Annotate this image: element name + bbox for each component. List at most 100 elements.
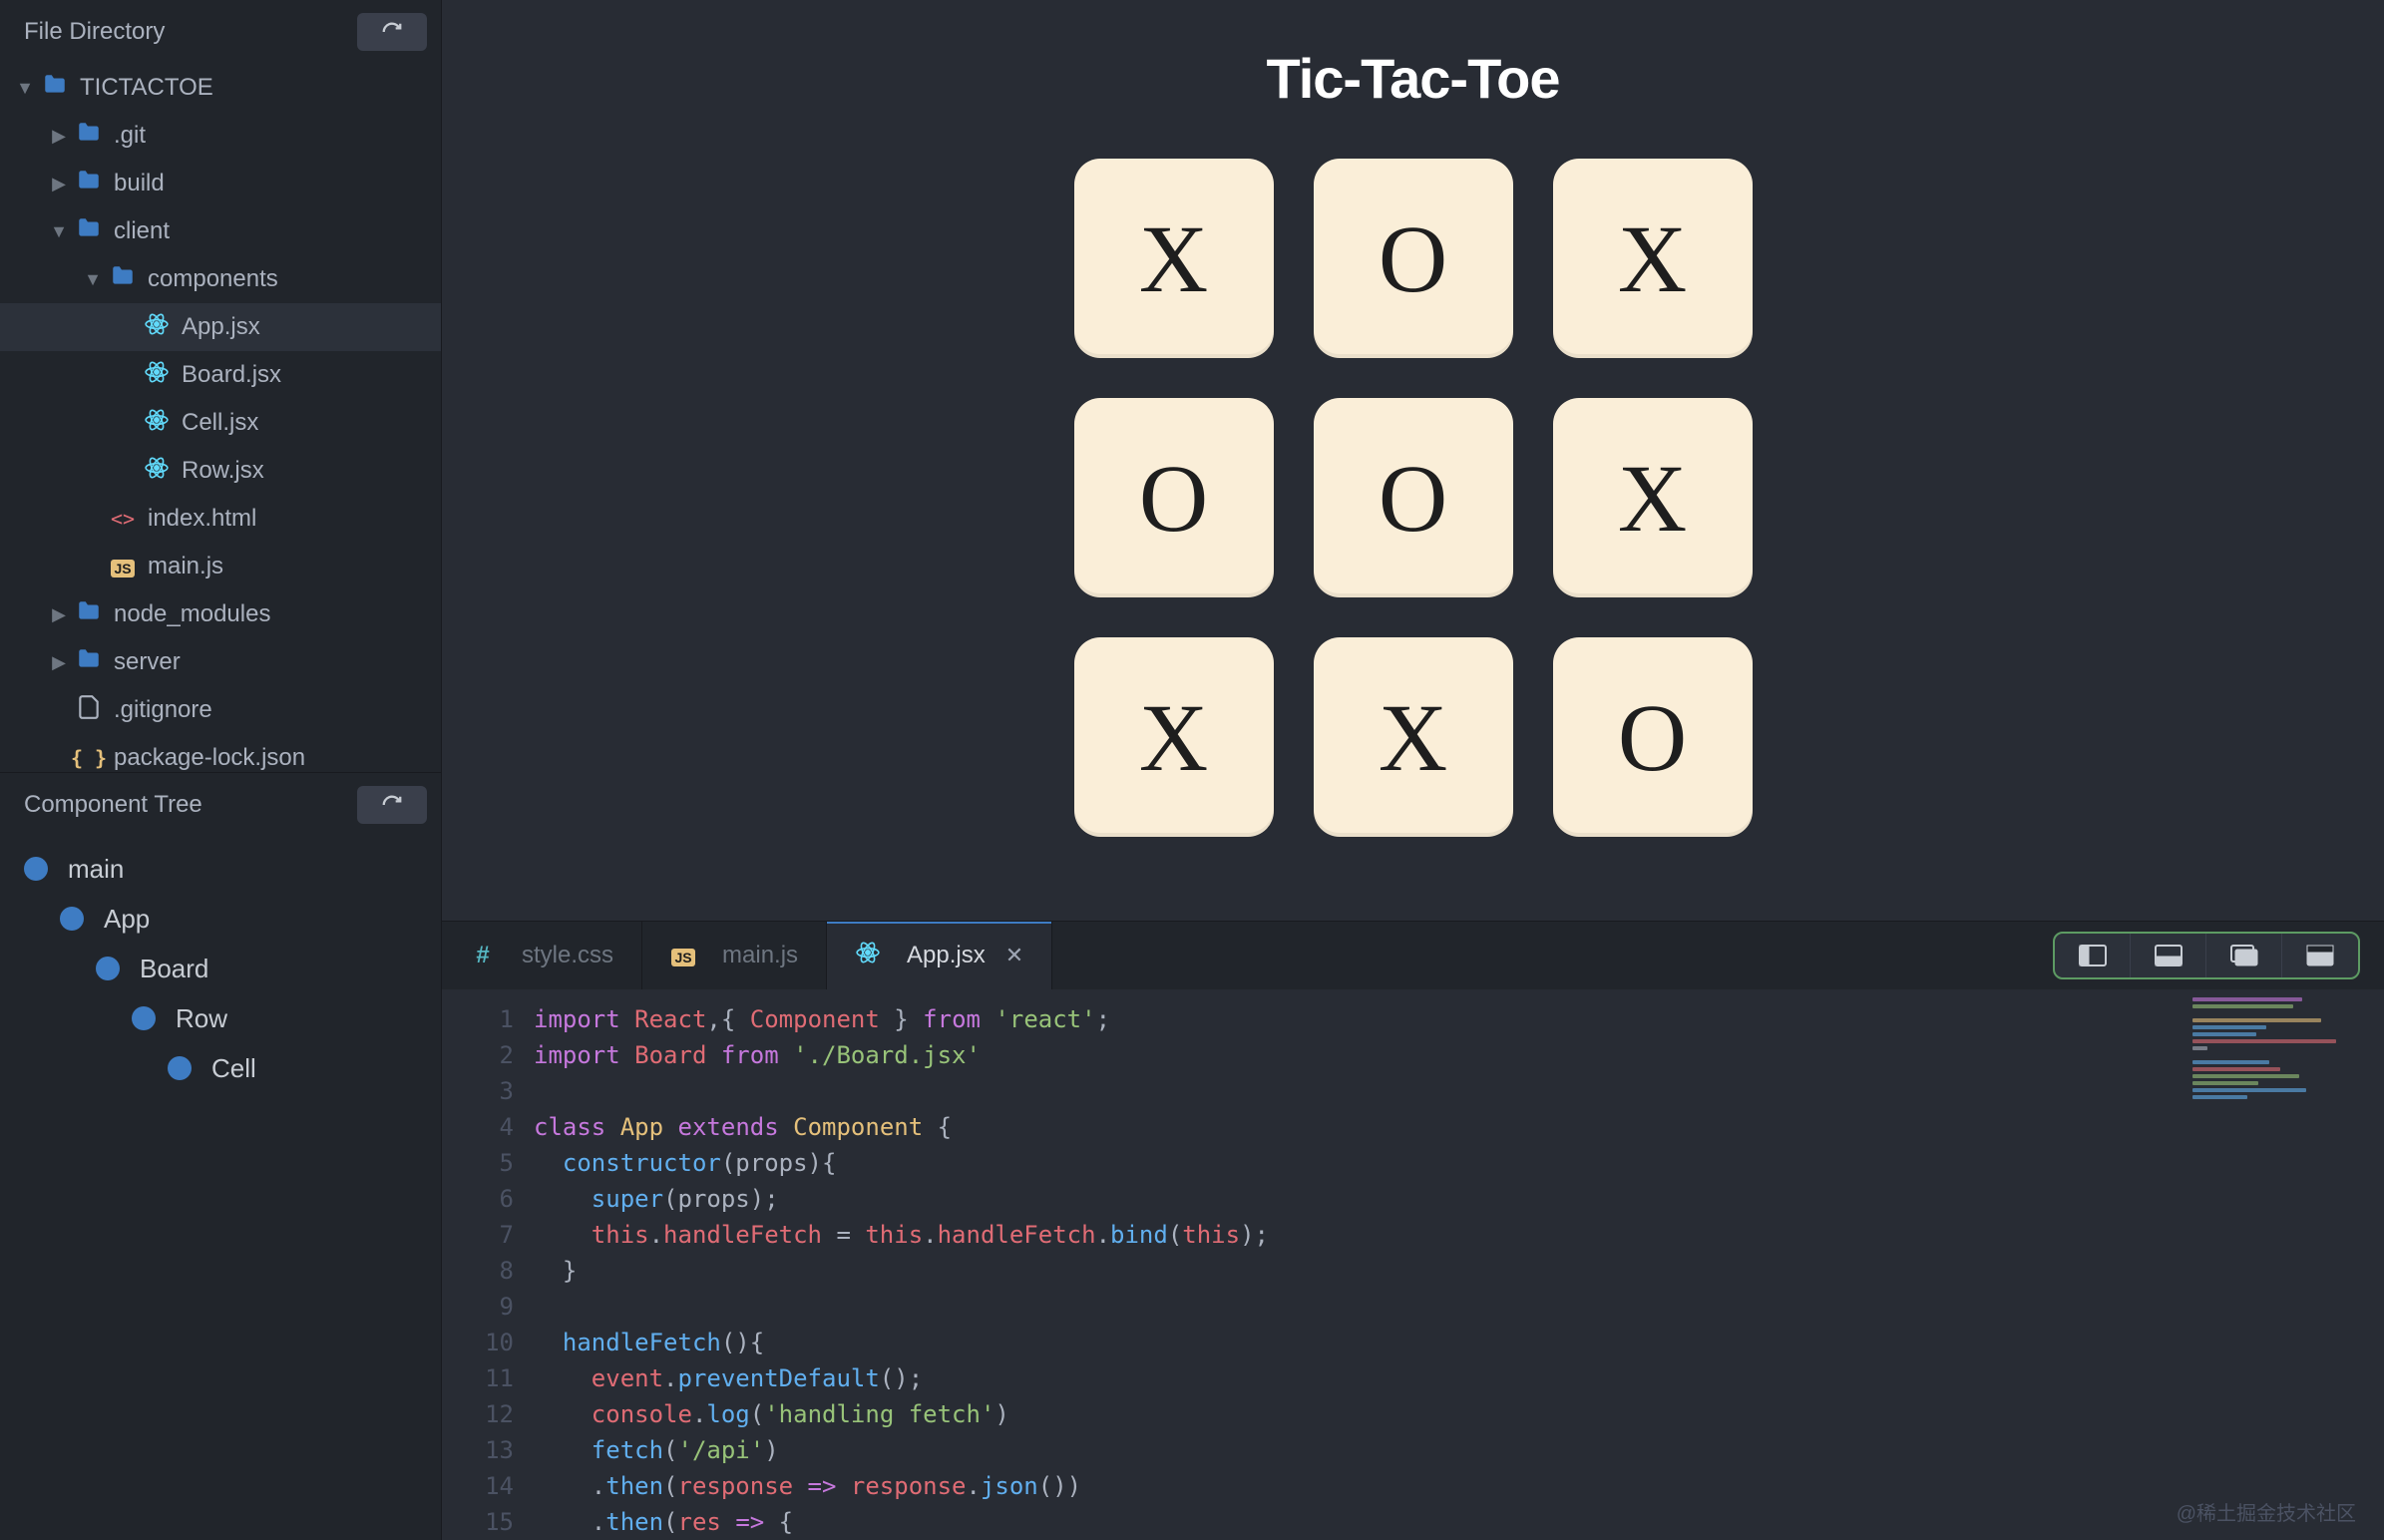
folder-icon (110, 263, 148, 296)
component-label: Row (176, 1003, 227, 1034)
file-tree-label: build (114, 170, 165, 197)
file-directory-title: File Directory (24, 18, 165, 46)
file-tree-item[interactable]: ▼ components (0, 255, 441, 303)
close-icon[interactable]: ✕ (1005, 943, 1023, 968)
file-tree-item[interactable]: ▼ client (0, 207, 441, 255)
board-cell[interactable]: X (1314, 637, 1513, 837)
split-left-button[interactable] (2055, 934, 2131, 977)
line-number: 6 (442, 1181, 514, 1217)
board-cell[interactable]: O (1314, 159, 1513, 358)
chevron-down-icon: ▼ (14, 78, 36, 99)
refresh-component-tree-button[interactable] (357, 786, 427, 824)
react-icon (144, 359, 182, 392)
file-tree-label: .gitignore (114, 696, 212, 724)
file-tree-label: Row.jsx (182, 457, 264, 485)
line-number: 12 (442, 1396, 514, 1432)
component-label: Board (140, 954, 208, 984)
code-content[interactable]: import React,{ Component } from 'react';… (534, 989, 2185, 1540)
file-tree[interactable]: ▼TICTACTOE ▶ .git ▶build ▼ client ▼ components A… (0, 64, 441, 772)
line-number: 3 (442, 1073, 514, 1109)
file-tree-item[interactable]: ▶server (0, 638, 441, 686)
component-label: main (68, 854, 124, 885)
line-number: 4 (442, 1109, 514, 1145)
editor-tab-bar: #style.cssJSmain.js App.jsx ✕ (442, 922, 2384, 989)
file-tree-item[interactable]: Cell.jsx (0, 399, 441, 447)
chevron-down-icon: ▼ (82, 269, 104, 290)
folder-icon (76, 215, 114, 248)
file-icon (76, 694, 114, 727)
component-tree-item[interactable]: Row (0, 993, 441, 1043)
component-tree-item[interactable]: Cell (0, 1043, 441, 1093)
file-tree-label: .git (114, 122, 146, 150)
js-icon: JS (110, 553, 148, 581)
split-stack-button[interactable] (2206, 934, 2282, 977)
board-cell[interactable]: X (1553, 159, 1753, 358)
editor-area: #style.cssJSmain.js App.jsx ✕ (442, 921, 2384, 1540)
line-number: 13 (442, 1432, 514, 1468)
tab-label: main.js (722, 942, 798, 969)
file-tree-label: Cell.jsx (182, 409, 258, 437)
html-icon: <> (110, 505, 148, 533)
json-icon: { } (76, 744, 114, 772)
board-cell[interactable]: X (1553, 398, 1753, 597)
sidebar: File Directory ▼TICTACTOE ▶ .git ▶build ▼ cli… (0, 0, 442, 1540)
tab-label: App.jsx (907, 942, 986, 969)
component-label: Cell (211, 1053, 256, 1084)
board-cell[interactable]: X (1074, 159, 1274, 358)
line-number: 11 (442, 1360, 514, 1396)
component-tree-header: Component Tree (0, 772, 441, 836)
file-tree-item[interactable]: Row.jsx (0, 447, 441, 495)
file-tree-label: index.html (148, 505, 256, 533)
line-number: 15 (442, 1504, 514, 1540)
file-tree-item[interactable]: .gitignore (0, 686, 441, 734)
react-icon (855, 940, 893, 972)
line-number: 7 (442, 1217, 514, 1253)
file-tree-item[interactable]: ▶node_modules (0, 590, 441, 638)
refresh-file-tree-button[interactable] (357, 13, 427, 51)
refresh-icon (381, 794, 403, 816)
file-tree-item[interactable]: JSmain.js (0, 543, 441, 590)
editor-tab[interactable]: #style.css (442, 922, 642, 989)
folder-icon (76, 646, 114, 679)
board-cell[interactable]: O (1314, 398, 1513, 597)
file-tree-label: node_modules (114, 600, 270, 628)
board-cell[interactable]: X (1074, 637, 1274, 837)
board-cell[interactable]: O (1553, 637, 1753, 837)
watermark: @稀土掘金技术社区 (2177, 1497, 2356, 1526)
line-number: 10 (442, 1325, 514, 1360)
code-editor[interactable]: 123456789101112131415 import React,{ Com… (442, 989, 2384, 1540)
file-tree-item[interactable]: ▶build (0, 160, 441, 207)
file-tree-item[interactable]: App.jsx (0, 303, 441, 351)
react-icon (144, 407, 182, 440)
board-cell[interactable]: O (1074, 398, 1274, 597)
component-tree-item[interactable]: App (0, 894, 441, 944)
react-icon (144, 455, 182, 488)
component-tree[interactable]: main App Board Row Cell (0, 836, 441, 1109)
file-tree-label: client (114, 217, 170, 245)
file-tree-label: App.jsx (182, 313, 260, 341)
split-full-button[interactable] (2282, 934, 2358, 977)
component-dot-icon (60, 907, 84, 931)
minimap[interactable] (2185, 989, 2384, 1540)
file-tree-item[interactable]: ▼TICTACTOE (0, 64, 441, 112)
editor-tab[interactable]: App.jsx ✕ (827, 922, 1052, 989)
split-bottom-button[interactable] (2131, 934, 2206, 977)
chevron-down-icon: ▼ (48, 221, 70, 242)
line-number: 14 (442, 1468, 514, 1504)
chevron-right-icon: ▶ (48, 126, 70, 147)
file-tree-item[interactable]: <>index.html (0, 495, 441, 543)
file-tree-item[interactable]: { }package-lock.json (0, 734, 441, 772)
folder-icon (76, 598, 114, 631)
editor-layout-toolbar (2053, 932, 2360, 979)
file-tree-label: components (148, 265, 278, 293)
main-column: Tic-Tac-Toe XOXOOXXXO #style.cssJSmain.j… (442, 0, 2384, 1540)
file-directory-header: File Directory (0, 0, 441, 64)
line-number: 1 (442, 1001, 514, 1037)
component-tree-item[interactable]: main (0, 844, 441, 894)
file-tree-item[interactable]: ▶ .git (0, 112, 441, 160)
component-tree-item[interactable]: Board (0, 944, 441, 993)
folder-icon (42, 72, 80, 105)
component-dot-icon (96, 957, 120, 980)
editor-tab[interactable]: JSmain.js (642, 922, 827, 989)
file-tree-item[interactable]: Board.jsx (0, 351, 441, 399)
